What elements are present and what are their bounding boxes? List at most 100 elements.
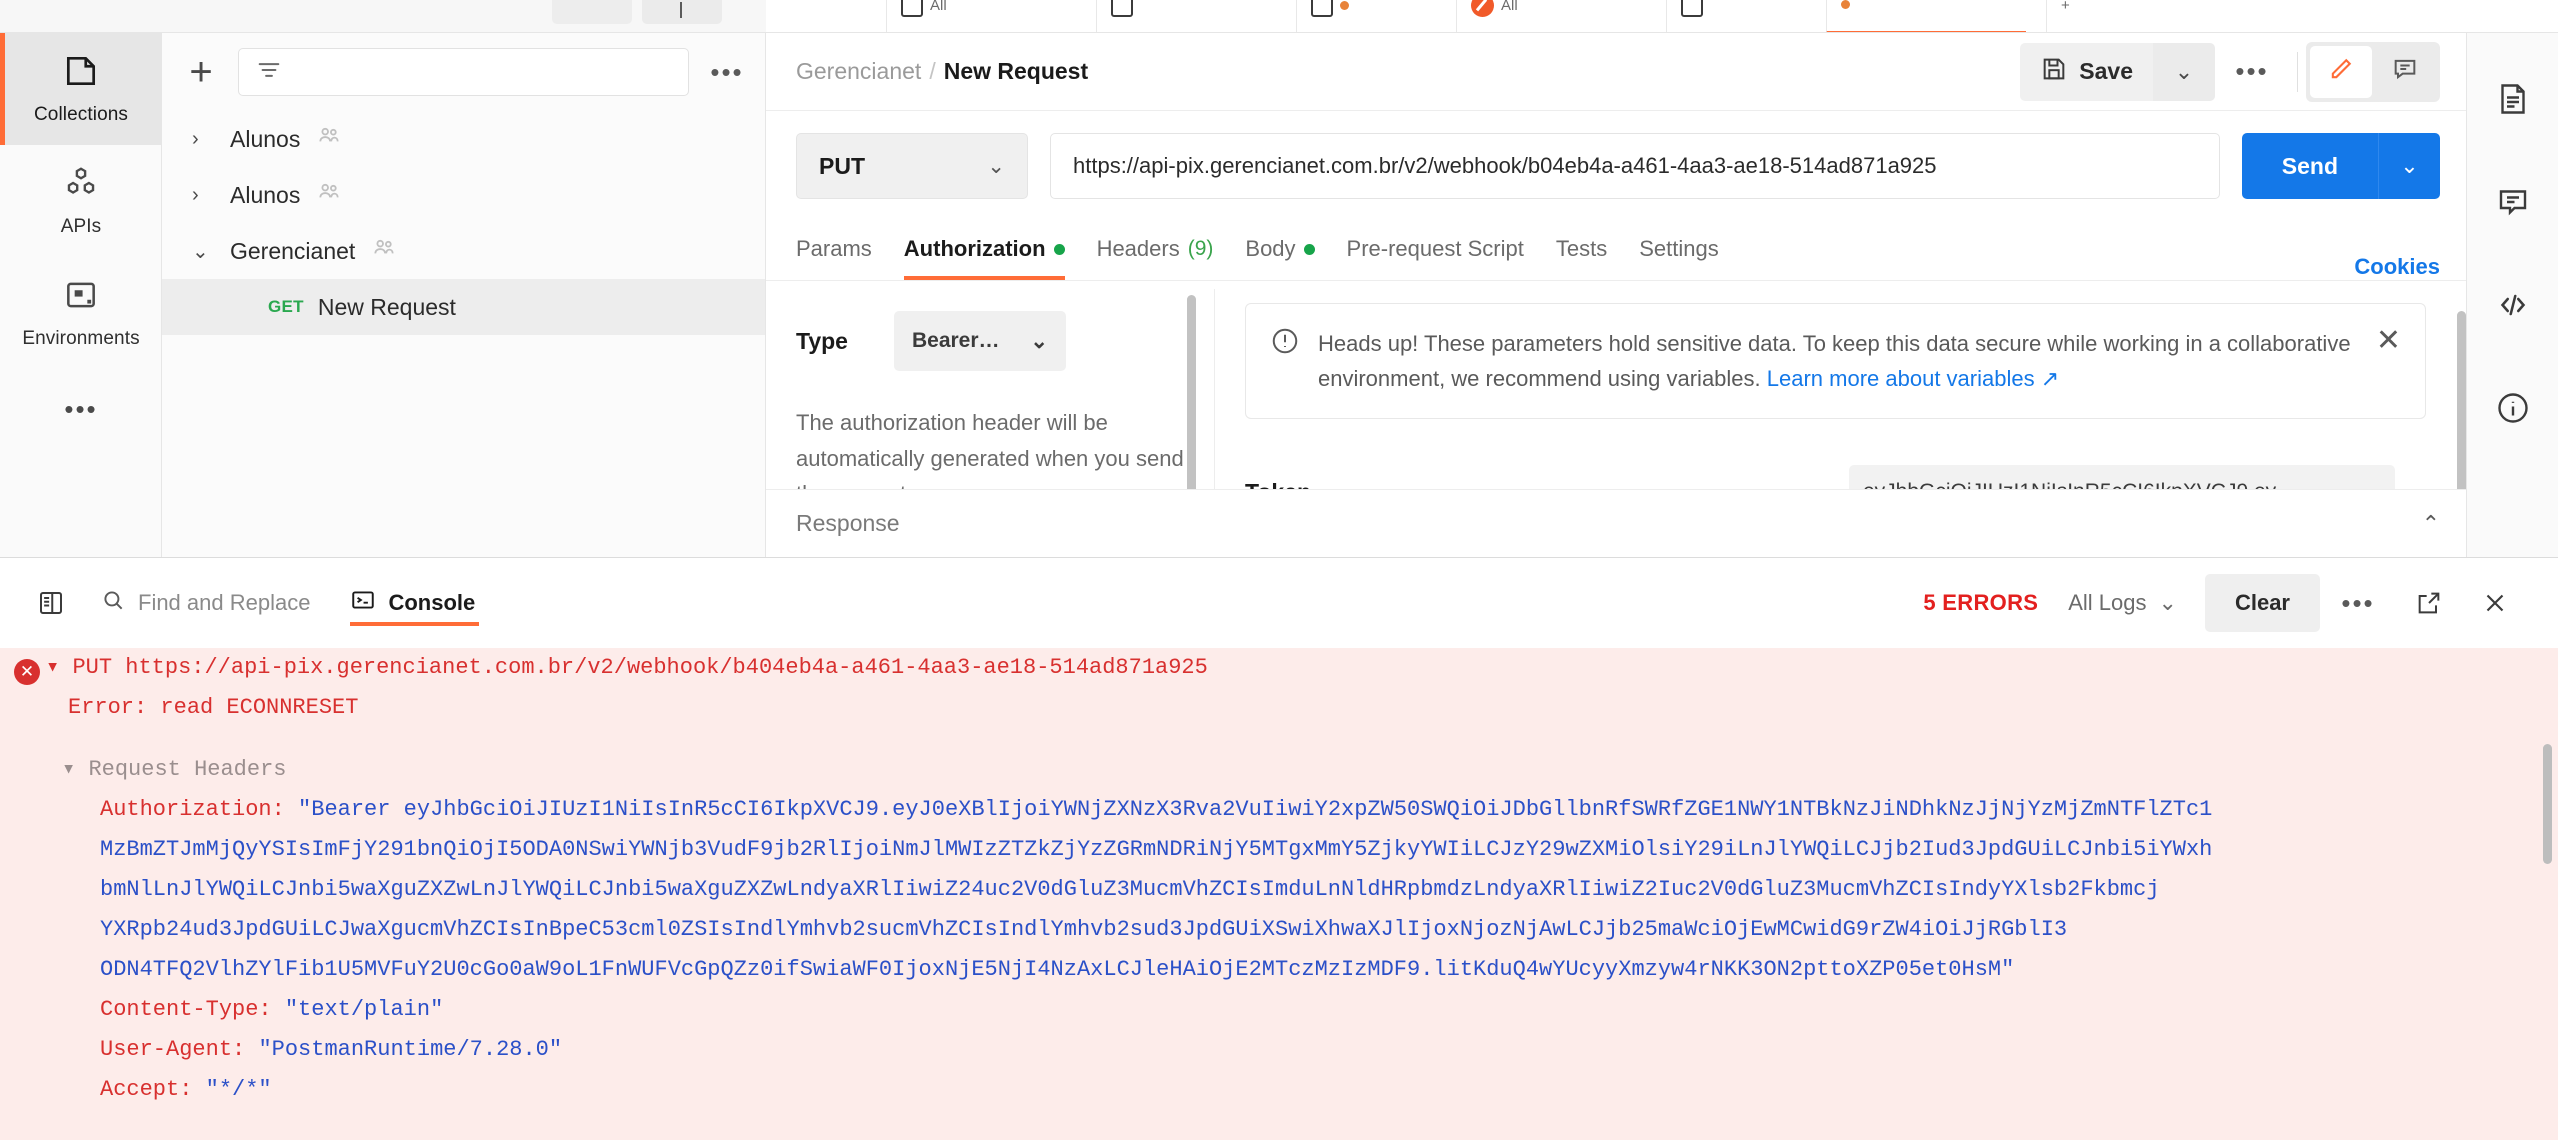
http-method-value: PUT (819, 152, 865, 179)
http-method-select[interactable]: PUT ⌄ (796, 133, 1028, 199)
tree-item-new-request[interactable]: GET New Request (162, 279, 765, 335)
log-header-authorization: Authorization: "Bearer eyJhbGciOiJIUzI1N… (100, 797, 2213, 822)
tab-settings[interactable]: Settings (1623, 218, 1735, 280)
tab-headers[interactable]: Headers (9) (1081, 218, 1230, 280)
auth-pane-scrollbar[interactable] (1187, 295, 1196, 507)
request-tab-icon (901, 0, 923, 17)
breadcrumb-collection[interactable]: Gerencianet (796, 58, 921, 84)
tab-body[interactable]: Body (1229, 218, 1330, 280)
tab-authorization[interactable]: Authorization (888, 218, 1081, 280)
console-scrollbar[interactable] (2543, 744, 2552, 864)
apis-icon (62, 164, 100, 207)
page-title: New Request (943, 58, 1089, 84)
sidebar-more-button[interactable]: ••• (703, 57, 751, 88)
edit-mode-button[interactable] (2310, 45, 2372, 98)
send-button[interactable]: Send (2241, 133, 2378, 199)
popout-icon[interactable] (2396, 589, 2462, 617)
request-tab-active[interactable] (1826, 0, 2026, 32)
history-pill[interactable] (552, 0, 632, 24)
request-tab-1[interactable]: All (886, 0, 961, 32)
code-icon[interactable] (2495, 287, 2531, 328)
close-icon[interactable]: ✕ (2376, 326, 2401, 356)
auth-type-select[interactable]: Bearer… ⌄ (893, 311, 1066, 371)
tab-pre-request-script[interactable]: Pre-request Script (1331, 218, 1540, 280)
postman-window: All All + Collections APIs Environments … (0, 0, 2558, 1140)
auth-type-row: Type Bearer… ⌄ (796, 311, 1214, 371)
sidebar-item-collections[interactable]: Collections (0, 33, 162, 145)
layout-icon[interactable] (22, 574, 80, 632)
error-count-badge: 5 ERRORS (1923, 590, 2039, 615)
chevron-up-icon[interactable]: ⌃ (2422, 511, 2440, 537)
details-pane-scrollbar[interactable] (2457, 311, 2466, 501)
find-and-replace-button[interactable]: Find and Replace (80, 558, 330, 648)
request-editor: Gerencianet / New Request Save ⌄ ••• PUT… (766, 33, 2466, 557)
save-button[interactable]: Save (2020, 42, 2153, 101)
view-toggle-group (2306, 41, 2440, 102)
request-more-button[interactable]: ••• (2215, 56, 2289, 87)
tab-tests[interactable]: Tests (1540, 218, 1623, 280)
request-tabs: Params Authorization Headers (9) Body Pre… (766, 219, 2466, 281)
tree-item-gerencianet[interactable]: ⌄ Gerencianet (162, 223, 765, 279)
documentation-icon[interactable] (2495, 81, 2531, 122)
request-tab-7[interactable]: + (2046, 0, 2084, 32)
sensitive-data-notice: Heads up! These parameters hold sensitiv… (1245, 303, 2426, 420)
new-tab-pill[interactable] (642, 0, 722, 24)
tab-params[interactable]: Params (796, 218, 888, 280)
header-actions: Save ⌄ ••• (2020, 41, 2440, 102)
learn-more-link[interactable]: Learn more about variables ↗ (1767, 366, 2059, 391)
save-button-label: Save (2079, 58, 2133, 84)
breadcrumb: Gerencianet / New Request (796, 58, 1088, 85)
filter-input[interactable] (238, 48, 689, 96)
chevron-down-icon: ⌄ (1030, 329, 1048, 353)
clear-console-button[interactable]: Clear (2204, 574, 2320, 632)
request-method-label: GET (268, 297, 304, 316)
shared-people-icon (371, 235, 397, 267)
terminal-icon (350, 587, 376, 619)
url-input[interactable]: https://api-pix.gerencianet.com.br/v2/we… (1050, 133, 2220, 199)
sidebar-item-environments[interactable]: Environments (0, 257, 162, 369)
request-header-bar: Gerencianet / New Request Save ⌄ ••• (766, 33, 2466, 111)
log-filter-select[interactable]: All Logs ⌄ (2068, 590, 2177, 616)
open-request-tabs: All All + (766, 0, 2558, 32)
send-button-group: Send ⌄ (2241, 133, 2440, 199)
unsaved-dot-icon (1841, 0, 1850, 9)
tab-label: Settings (1639, 236, 1719, 261)
notice-text: Heads up! These parameters hold sensitiv… (1318, 326, 2358, 396)
shared-people-icon (316, 179, 342, 211)
close-icon[interactable] (2462, 588, 2528, 618)
log-entry-request[interactable]: ✕ ▾ PUT https://api-pix.gerencianet.com.b… (0, 648, 2558, 688)
comment-mode-button[interactable] (2374, 46, 2436, 98)
tab-label: Tests (1555, 236, 1608, 261)
request-tab-3[interactable] (1296, 0, 1363, 32)
pencil-icon (2327, 55, 2355, 88)
status-dot-icon (1053, 243, 1065, 255)
chevron-right-icon: › (192, 127, 199, 150)
tree-item-alunos-1[interactable]: › Alunos (162, 111, 765, 167)
log-header-value-line: ODN4TFQ2VlhZYlFib1U5MVFuY2U0cGo0aW9oL1Fn… (100, 957, 2015, 982)
tab-label: Authorization (903, 236, 1046, 261)
collections-sidebar: + ••• › Alunos › Alunos ⌄ Gerencianet GE… (162, 33, 766, 557)
shared-people-icon (316, 123, 342, 155)
request-tab-2[interactable] (1096, 0, 1147, 32)
new-item-button[interactable]: + (178, 49, 224, 95)
comment-icon[interactable] (2495, 184, 2531, 225)
rail-more-button[interactable]: ••• (0, 369, 162, 449)
log-section-request-headers[interactable]: ▾ Request Headers (0, 750, 2558, 790)
save-dropdown-button[interactable]: ⌄ (2153, 42, 2215, 101)
breadcrumb-separator: / (929, 58, 936, 84)
request-tab-4[interactable]: All (1456, 0, 1532, 32)
console-log-list[interactable]: ✕ ▾ PUT https://api-pix.gerencianet.com.b… (0, 648, 2558, 1140)
sidebar-item-apis[interactable]: APIs (0, 145, 162, 257)
console-tab[interactable]: Console (330, 558, 495, 648)
log-header-content-type: Content-Type: "text/plain" (100, 997, 444, 1022)
tree-item-alunos-2[interactable]: › Alunos (162, 167, 765, 223)
tree-item-label: New Request (317, 293, 456, 320)
info-icon[interactable] (2495, 390, 2531, 431)
send-options-button[interactable]: ⌄ (2378, 133, 2440, 199)
console-more-button[interactable]: ••• (2320, 588, 2396, 619)
console-toolbar: Find and Replace Console 5 ERRORS All Lo… (0, 558, 2558, 648)
request-tab-5[interactable] (1666, 0, 1717, 32)
log-header-value-line: YXRpb24ud3JpdGUiLCJwaXgucmVhZCIsInBpeC53… (100, 917, 2068, 942)
response-bar[interactable]: Response ⌃ (766, 489, 2466, 557)
cookies-link[interactable]: Cookies (2354, 254, 2440, 280)
